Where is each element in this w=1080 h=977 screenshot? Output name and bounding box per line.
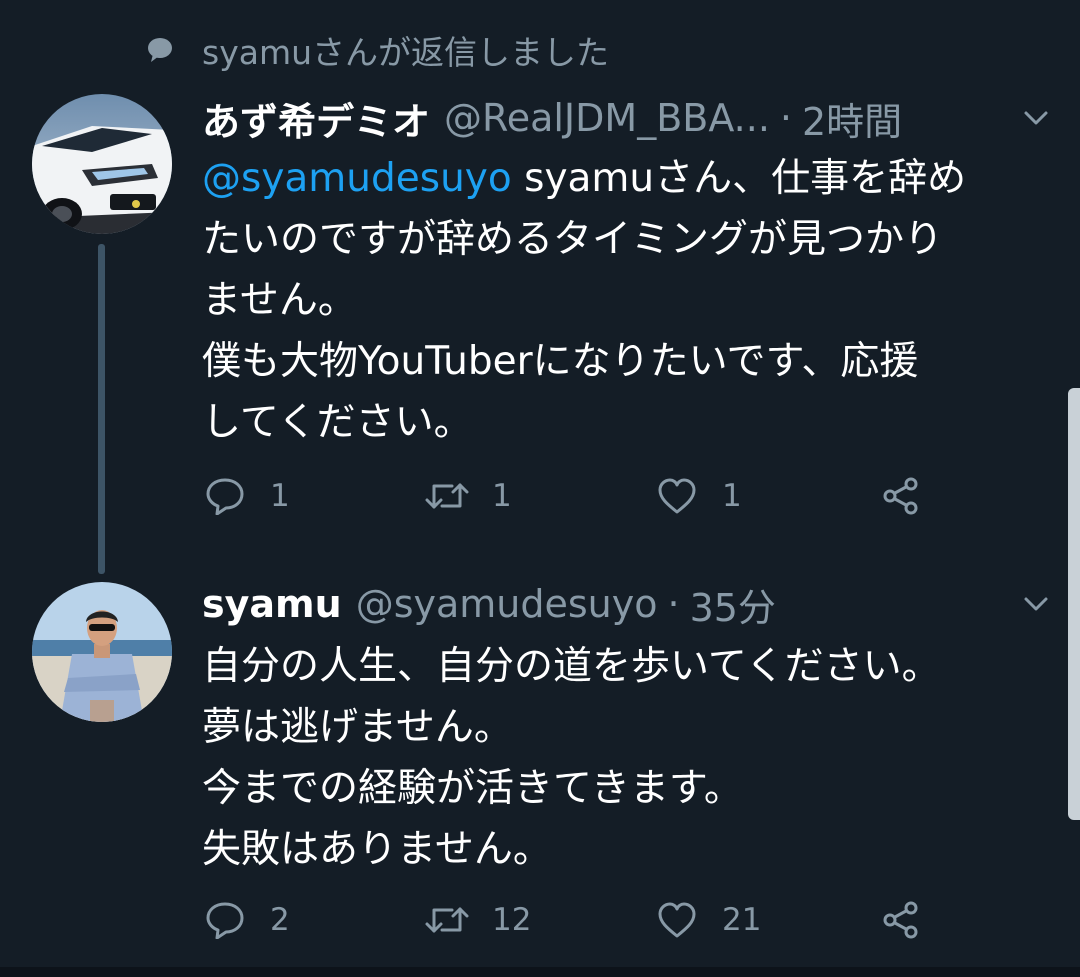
- share-icon: [878, 897, 924, 943]
- tweet-text-line: syamuさん、仕事を辞め: [511, 156, 967, 201]
- tweet-text: @syamudesuyo syamuさん、仕事を辞め たいのですが辞めるタイミン…: [202, 148, 1052, 453]
- mention-link[interactable]: @syamudesuyo: [202, 156, 512, 201]
- timestamp[interactable]: 35分: [690, 577, 776, 632]
- reply-context: syamuさんが返信しました: [140, 22, 609, 78]
- tweet-text-line: 夢は逃げません。: [202, 705, 513, 750]
- tweet-header: あず希デミオ @RealJDM_BBA... · 2時間: [202, 92, 902, 144]
- retweet-button[interactable]: 1: [424, 470, 512, 522]
- retweet-icon: [424, 473, 470, 519]
- tweet-text-line: してください。: [202, 400, 473, 445]
- tweet-text-line: 今までの経験が活きてきます。: [202, 766, 743, 811]
- man-sunglasses-beach-avatar: [32, 582, 172, 722]
- separator-dot: ·: [779, 96, 792, 140]
- retweet-count: 12: [492, 902, 532, 938]
- avatar[interactable]: [32, 582, 172, 722]
- chevron-down-icon[interactable]: [1016, 584, 1056, 624]
- heart-icon: [654, 897, 700, 943]
- separator-dot: ·: [667, 582, 680, 626]
- tweet-text-line: ません。: [202, 278, 357, 323]
- timestamp[interactable]: 2時間: [802, 91, 902, 146]
- reply-count: 1: [270, 478, 290, 514]
- tweet-actions: 1 1 1: [202, 470, 962, 522]
- tweet-text-line: 失敗はありません。: [202, 827, 552, 872]
- bottom-divider: [0, 967, 1080, 977]
- white-car-avatar: [32, 94, 172, 234]
- tweet-text: 自分の人生、自分の道を歩いてください。 夢は逃げません。 今までの経験が活きてき…: [202, 636, 1052, 880]
- retweet-icon: [424, 897, 470, 943]
- like-count: 21: [722, 902, 762, 938]
- heart-icon: [654, 473, 700, 519]
- like-button[interactable]: 21: [654, 894, 761, 946]
- reply-button[interactable]: 2: [202, 894, 290, 946]
- retweet-button[interactable]: 12: [424, 894, 531, 946]
- like-count: 1: [722, 478, 742, 514]
- share-button[interactable]: [878, 894, 946, 946]
- speech-bubble-icon: [140, 30, 180, 70]
- display-name[interactable]: syamu: [202, 582, 342, 626]
- like-button[interactable]: 1: [654, 470, 742, 522]
- reply-icon: [202, 473, 248, 519]
- tweet-text-line: たいのですが辞めるタイミングが見つかり: [202, 217, 944, 262]
- tweet-text-line: 自分の人生、自分の道を歩いてください。: [202, 644, 941, 689]
- display-name[interactable]: あず希デミオ: [202, 91, 430, 146]
- retweet-count: 1: [492, 478, 512, 514]
- share-button[interactable]: [878, 470, 946, 522]
- reply-button[interactable]: 1: [202, 470, 290, 522]
- avatar[interactable]: [32, 94, 172, 234]
- reply-icon: [202, 897, 248, 943]
- reply-context-text: syamuさんが返信しました: [202, 33, 610, 72]
- tweet-actions: 2 12 21: [202, 894, 962, 946]
- chevron-down-icon[interactable]: [1016, 98, 1056, 138]
- share-icon: [878, 473, 924, 519]
- scrollbar[interactable]: [1068, 388, 1080, 820]
- reply-count: 2: [270, 902, 290, 938]
- user-handle[interactable]: @syamudesuyo: [356, 582, 658, 626]
- user-handle[interactable]: @RealJDM_BBA...: [444, 96, 770, 140]
- thread-line: [98, 244, 105, 574]
- tweet-header: syamu @syamudesuyo · 35分: [202, 578, 776, 630]
- tweet-text-line: 僕も大物YouTuberになりたいです、応援: [202, 339, 919, 384]
